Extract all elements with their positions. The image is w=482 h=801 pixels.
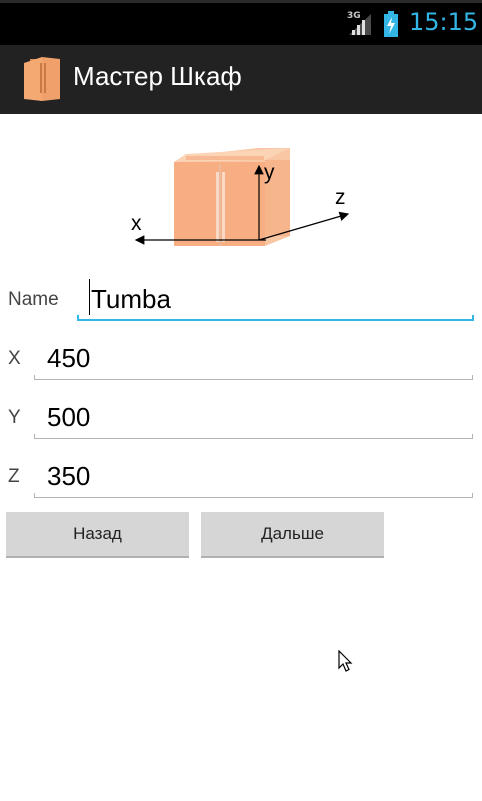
status-top-line xyxy=(0,0,482,3)
axis-y-label: y xyxy=(264,161,275,184)
back-button[interactable]: Назад xyxy=(6,512,189,558)
x-label: X xyxy=(8,348,21,369)
name-label: Name xyxy=(8,289,59,310)
y-input-underline xyxy=(34,434,473,439)
axis-z-label: z xyxy=(335,186,346,209)
z-input-underline xyxy=(34,493,473,498)
y-label: Y xyxy=(8,407,21,428)
x-input-underline xyxy=(34,375,473,380)
app-title: Мастер Шкаф xyxy=(73,61,242,91)
axis-x-label: x xyxy=(131,212,142,235)
cabinet-icon xyxy=(24,57,60,101)
name-input[interactable] xyxy=(91,279,471,319)
mouse-pointer-icon xyxy=(338,650,353,672)
next-button[interactable]: Дальше xyxy=(201,512,384,558)
x-input[interactable] xyxy=(47,338,467,378)
z-input[interactable] xyxy=(47,456,467,496)
y-input[interactable] xyxy=(47,397,467,437)
battery-charging-icon xyxy=(384,11,398,37)
signal-strength-icon xyxy=(349,14,371,35)
text-cursor xyxy=(89,279,90,315)
clock: 15:15 xyxy=(409,8,479,36)
z-label: Z xyxy=(8,466,20,487)
status-bar: 3G 15:15 xyxy=(0,0,482,45)
action-bar: Мастер Шкаф xyxy=(0,45,482,114)
cabinet-dimensions-diagram: x y z xyxy=(131,148,350,246)
name-input-underline xyxy=(77,315,474,321)
